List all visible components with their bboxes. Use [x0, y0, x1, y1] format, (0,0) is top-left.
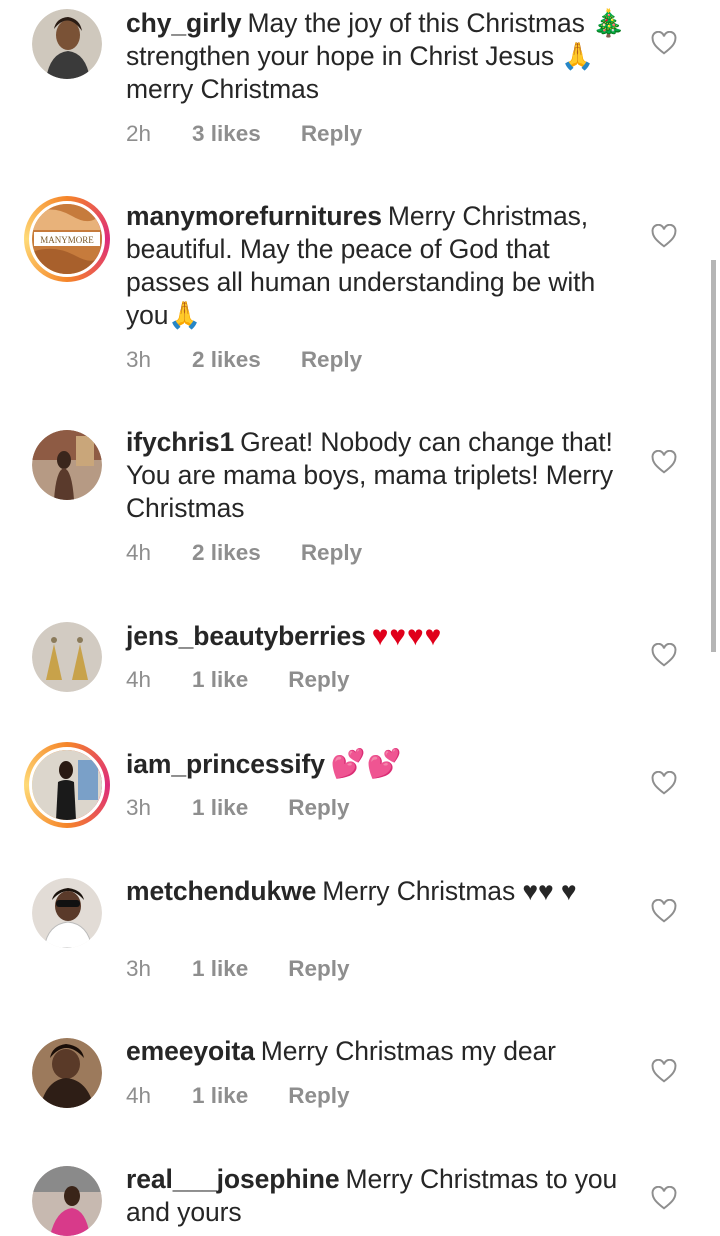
comment-body: 💕💕 — [330, 748, 403, 779]
avatar-logo-text: MANYMORE — [40, 235, 94, 245]
avatar-photo-icon — [32, 878, 102, 948]
comment-likes[interactable]: 1 like — [192, 956, 248, 982]
comment-text: real___josephine Merry Christmas to you a… — [126, 1163, 631, 1229]
comment-likes[interactable]: 2 likes — [192, 347, 261, 373]
comment-username[interactable]: manymorefurnitures — [126, 201, 382, 231]
user-avatar[interactable] — [32, 9, 102, 79]
comment-time: 4h — [126, 667, 152, 692]
comment-time: 3h — [126, 956, 152, 981]
avatar-inner: MANYMORE — [29, 201, 105, 277]
comment-text: jens_beautyberries ♥♥♥♥ — [126, 619, 631, 653]
avatar-photo-icon — [32, 9, 102, 79]
avatar-photo-icon — [32, 750, 102, 820]
comment-likes[interactable]: 1 like — [192, 795, 248, 821]
comment-body: Merry Christmas ♥♥ ♥ — [322, 876, 577, 906]
avatar-photo-icon — [32, 430, 102, 500]
comment-body: ♥♥♥♥ — [371, 620, 443, 651]
like-heart-icon[interactable] — [651, 771, 677, 795]
comment-text: chy_girly May the joy of this Christmas 🎄… — [126, 7, 631, 106]
comment-username[interactable]: jens_beautyberries — [126, 621, 366, 651]
avatar-photo-icon — [32, 1038, 102, 1108]
user-avatar[interactable] — [32, 1038, 102, 1108]
comment-time: 3h — [126, 347, 152, 372]
comment-username[interactable]: chy_girly — [126, 8, 242, 38]
user-avatar[interactable] — [24, 742, 110, 828]
comment-meta: 3h 1 like Reply — [126, 795, 350, 821]
reply-button[interactable]: Reply — [301, 121, 362, 147]
comment-likes[interactable]: 2 likes — [192, 540, 261, 566]
comment-text: ifychris1 Great! Nobody can change that! … — [126, 426, 631, 525]
like-heart-icon[interactable] — [651, 643, 677, 667]
avatar-inner — [29, 747, 105, 823]
comment-text: iam_princessify 💕💕 — [126, 747, 631, 781]
user-avatar[interactable] — [32, 1166, 102, 1236]
like-heart-icon[interactable] — [651, 1059, 677, 1083]
comment-body: Merry Christmas my dear — [260, 1036, 556, 1066]
comment-username[interactable]: iam_princessify — [126, 749, 325, 779]
comment-time: 3h — [126, 795, 152, 820]
comment-text: manymorefurnitures Merry Christmas, beaut… — [126, 200, 631, 332]
comment-time: 4h — [126, 1083, 152, 1108]
comment-meta: 2h 3 likes Reply — [126, 121, 362, 147]
like-heart-icon[interactable] — [651, 1186, 677, 1210]
comment-time: 4h — [126, 540, 152, 565]
comment-username[interactable]: ifychris1 — [126, 427, 234, 457]
reply-button[interactable]: Reply — [301, 347, 362, 373]
comment-likes[interactable]: 1 like — [192, 667, 248, 693]
comment-meta: 3h 1 like Reply — [126, 956, 350, 982]
user-avatar[interactable] — [32, 430, 102, 500]
scrollbar-thumb[interactable] — [711, 260, 716, 652]
like-heart-icon[interactable] — [651, 224, 677, 248]
comment-likes[interactable]: 1 like — [192, 1083, 248, 1109]
like-heart-icon[interactable] — [651, 450, 677, 474]
comment-text: emeeyoita Merry Christmas my dear — [126, 1035, 631, 1068]
user-avatar[interactable] — [32, 622, 102, 692]
comment-meta: 4h 1 like Reply — [126, 1083, 350, 1109]
avatar-photo-icon — [32, 1166, 102, 1236]
reply-button[interactable]: Reply — [288, 956, 349, 982]
reply-button[interactable]: Reply — [301, 540, 362, 566]
reply-button[interactable]: Reply — [288, 795, 349, 821]
avatar-photo-icon — [32, 622, 102, 692]
avatar-logo-icon: MANYMORE — [32, 204, 102, 274]
comment-meta: 4h 1 like Reply — [126, 667, 350, 693]
like-heart-icon[interactable] — [651, 899, 677, 923]
user-avatar[interactable] — [32, 878, 102, 948]
comment-text: metchendukwe Merry Christmas ♥♥ ♥ — [126, 875, 631, 908]
comment-username[interactable]: real___josephine — [126, 1164, 340, 1194]
reply-button[interactable]: Reply — [288, 1083, 349, 1109]
comment-username[interactable]: emeeyoita — [126, 1036, 255, 1066]
like-heart-icon[interactable] — [651, 31, 677, 55]
comment-likes[interactable]: 3 likes — [192, 121, 261, 147]
comment-time: 2h — [126, 121, 152, 146]
user-avatar[interactable]: MANYMORE — [24, 196, 110, 282]
reply-button[interactable]: Reply — [288, 667, 349, 693]
comment-meta: 3h 2 likes Reply — [126, 347, 362, 373]
comment-meta: 4h 2 likes Reply — [126, 540, 362, 566]
comment-username[interactable]: metchendukwe — [126, 876, 316, 906]
